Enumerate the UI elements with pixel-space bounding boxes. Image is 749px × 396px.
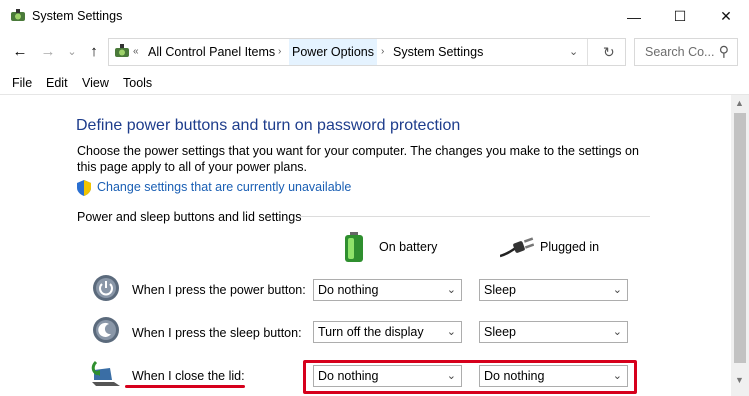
sleep-button-icon	[93, 317, 119, 343]
chevron-down-icon: ⌄	[446, 284, 456, 296]
forward-arrow-icon[interactable]: →	[38, 41, 58, 61]
close-button[interactable]: ✕	[703, 0, 749, 33]
breadcrumb-system-settings[interactable]: System Settings	[390, 39, 486, 65]
plug-icon	[500, 237, 534, 258]
menu-file[interactable]: File	[12, 76, 32, 90]
address-divider	[587, 39, 588, 65]
search-icon[interactable]: ⚲	[719, 43, 729, 60]
refresh-icon[interactable]: ↻	[603, 39, 615, 65]
highlight-box	[303, 360, 637, 394]
power-button-plugged-select[interactable]: Sleep ⌄	[479, 279, 628, 301]
section-divider	[300, 216, 650, 217]
chevron-down-icon: ⌄	[446, 326, 456, 338]
up-arrow-icon[interactable]: ↑	[84, 41, 104, 61]
power-button-icon	[93, 275, 119, 301]
menu-tools[interactable]: Tools	[123, 76, 152, 90]
section-title: Power and sleep buttons and lid settings	[77, 210, 302, 224]
power-button-battery-select[interactable]: Do nothing ⌄	[313, 279, 462, 301]
search-placeholder: Search Co...	[645, 45, 715, 59]
chevron-down-icon: ⌄	[612, 326, 622, 338]
row-label-power-button: When I press the power button:	[132, 283, 306, 297]
address-bar[interactable]: « All Control Panel Items › Power Option…	[108, 38, 626, 66]
window-title: System Settings	[32, 9, 123, 23]
power-options-app-icon	[11, 9, 25, 21]
column-on-battery: On battery	[379, 240, 438, 254]
change-settings-link[interactable]: Change settings that are currently unava…	[97, 180, 351, 194]
vertical-scrollbar[interactable]: ▲ ▼	[731, 95, 749, 396]
search-box[interactable]: Search Co... ⚲	[634, 38, 738, 66]
row-label-close-lid: When I close the lid:	[132, 369, 245, 383]
maximize-button[interactable]: ☐	[657, 0, 703, 33]
laptop-lid-icon	[91, 360, 120, 386]
column-plugged-in: Plugged in	[540, 240, 600, 254]
breadcrumb-all-control-panel-items[interactable]: All Control Panel Items	[145, 39, 278, 65]
scroll-down-icon[interactable]: ▼	[735, 375, 744, 385]
content-pane	[0, 95, 729, 396]
uac-shield-icon	[77, 180, 91, 196]
menu-view[interactable]: View	[82, 76, 109, 90]
sleep-button-plugged-select[interactable]: Sleep ⌄	[479, 321, 628, 343]
page-title: Define power buttons and turn on passwor…	[76, 117, 461, 134]
row-label-sleep-button: When I press the sleep button:	[132, 326, 302, 340]
address-dropdown-icon[interactable]: ⌄	[569, 39, 578, 65]
sleep-button-battery-select[interactable]: Turn off the display ⌄	[313, 321, 462, 343]
menu-bar: File Edit View Tools	[0, 74, 749, 94]
page-description: Choose the power settings that you want …	[77, 144, 639, 174]
control-panel-icon	[115, 44, 129, 57]
scrollbar-thumb[interactable]	[734, 113, 746, 363]
recent-locations-icon[interactable]: ⌄	[62, 41, 82, 61]
minimize-button[interactable]: —	[611, 0, 657, 33]
breadcrumb-separator-icon: ›	[278, 46, 282, 57]
menu-edit[interactable]: Edit	[46, 76, 68, 90]
title-bar: System Settings — ☐ ✕	[0, 0, 749, 33]
chevron-down-icon: ⌄	[612, 284, 622, 296]
battery-icon	[345, 232, 363, 262]
highlight-underline	[125, 385, 245, 388]
breadcrumb-power-options[interactable]: Power Options	[289, 39, 377, 65]
overflow-icon[interactable]: «	[133, 39, 139, 65]
scroll-up-icon[interactable]: ▲	[735, 98, 744, 108]
back-arrow-icon[interactable]: ←	[10, 41, 30, 61]
breadcrumb-separator-icon: ›	[381, 46, 385, 57]
